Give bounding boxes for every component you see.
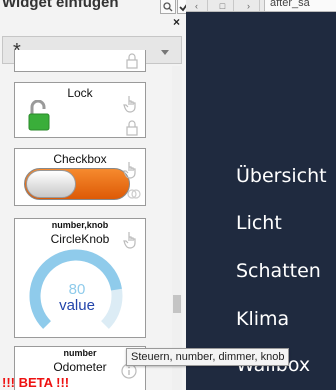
back-icon[interactable]: ‹ bbox=[186, 0, 208, 11]
padlock-open-icon bbox=[28, 100, 50, 131]
close-icon[interactable]: × bbox=[173, 15, 180, 29]
widget-panel: Widget einfügen × * Lock Checkbox number… bbox=[0, 0, 186, 390]
browser-toolbar: ‹ □ › after_sa bbox=[186, 0, 336, 12]
forward-icon[interactable]: › bbox=[238, 0, 260, 11]
widget-card-circleknob[interactable]: number,knob CircleKnob 80 value bbox=[14, 218, 146, 338]
lock-icon bbox=[126, 53, 138, 69]
hand-pointer-icon bbox=[123, 162, 136, 179]
hand-pointer-icon bbox=[123, 232, 136, 249]
panel-scrollbar[interactable] bbox=[172, 66, 182, 390]
lock-icon bbox=[126, 120, 138, 136]
scrollbar-thumb[interactable] bbox=[173, 295, 181, 313]
nav-item-uebersicht[interactable]: Übersicht bbox=[236, 165, 327, 187]
beta-label: !!! BETA !!! bbox=[2, 375, 70, 390]
toggle-knob bbox=[26, 170, 76, 198]
knob-value: 80 bbox=[68, 281, 86, 298]
check-icon[interactable] bbox=[177, 0, 186, 14]
widget-card-partial[interactable] bbox=[14, 50, 146, 72]
nav-item-licht[interactable]: Licht bbox=[236, 212, 282, 234]
chevron-down-icon bbox=[161, 50, 169, 55]
widget-tags: number,knob bbox=[51, 220, 109, 230]
widget-card-lock[interactable]: Lock bbox=[14, 82, 146, 138]
url-field[interactable]: after_sa bbox=[264, 0, 336, 11]
panel-title: Widget einfügen bbox=[2, 0, 119, 11]
app-sidebar: Übersicht Licht Schatten Klima Wallbox bbox=[186, 12, 336, 390]
widget-card-checkbox[interactable]: Checkbox bbox=[14, 148, 146, 206]
toggle-switch bbox=[24, 168, 130, 200]
tooltip: Steuern, number, dimmer, knob bbox=[126, 348, 290, 366]
page-icon[interactable]: □ bbox=[212, 0, 234, 11]
link-icon bbox=[127, 189, 141, 199]
search-icon[interactable] bbox=[160, 0, 176, 14]
knob-unit: value bbox=[59, 297, 95, 314]
nav-item-schatten[interactable]: Schatten bbox=[236, 260, 321, 282]
hand-pointer-icon bbox=[123, 96, 136, 113]
nav-item-klima[interactable]: Klima bbox=[236, 308, 289, 330]
